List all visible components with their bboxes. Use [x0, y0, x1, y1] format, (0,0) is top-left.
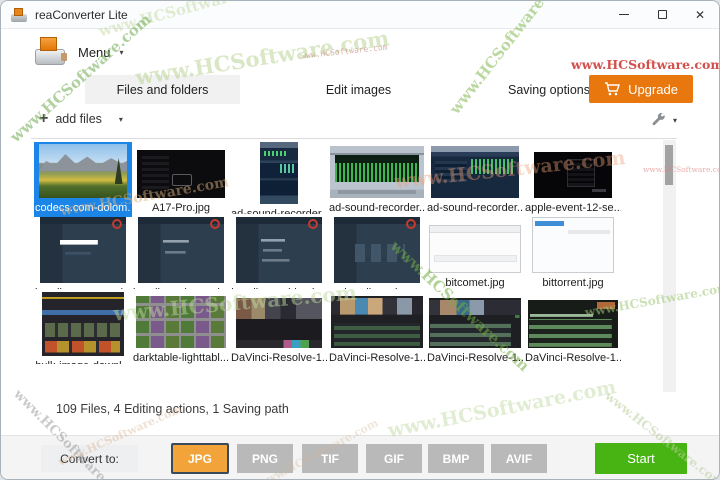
file-thumbnail [236, 298, 322, 348]
file-item[interactable]: bandicam.jpg [328, 217, 426, 292]
convert-to-label: Convert to: [41, 445, 138, 472]
chevron-down-icon[interactable]: ▾ [673, 116, 677, 125]
format-button-tif[interactable]: TIF [302, 444, 358, 473]
file-item[interactable]: DaVinci-Resolve-1... [328, 292, 426, 367]
add-files-label: add files [55, 112, 102, 126]
bottom-bar: Convert to: JPG PNG TIF GIF BMP AVIF Sta… [1, 435, 719, 479]
window-title: reaConverter Lite [35, 7, 128, 22]
file-name: ad-sound-recorder... [231, 208, 327, 214]
upgrade-label: Upgrade [628, 81, 678, 97]
plus-icon: + [39, 110, 49, 127]
file-item[interactable]: bandicam-image.jpg [132, 217, 230, 292]
close-button[interactable]: ✕ [681, 1, 719, 28]
upgrade-button[interactable]: Upgrade [589, 75, 693, 103]
menu-app-icon [35, 37, 69, 67]
add-files-button[interactable]: + add files ▾ [39, 111, 123, 127]
file-name: ad-sound-recorder... [427, 202, 523, 214]
file-name: bittorrent.jpg [542, 277, 604, 289]
watermark: www.HCSoftware.com [386, 376, 618, 442]
file-item[interactable]: DaVinci-Resolve-1... [230, 292, 328, 367]
file-thumbnail [40, 217, 126, 283]
file-thumbnail [429, 298, 521, 348]
titlebar: reaConverter Lite ✕ [1, 1, 719, 29]
close-icon: ✕ [694, 7, 706, 22]
file-item[interactable]: bulk-image-downl... [34, 292, 132, 367]
format-button-gif[interactable]: GIF [366, 444, 422, 473]
file-thumbnail [528, 300, 618, 348]
wrench-icon[interactable] [651, 113, 667, 128]
file-thumbnail [138, 217, 224, 283]
tab-bar: Files and folders Edit images Saving opt… [85, 75, 619, 104]
file-item[interactable]: ad-sound-recorder... [230, 142, 328, 217]
file-item[interactable]: DaVinci-Resolve-1... [524, 292, 622, 367]
file-name: bulk-image-downl... [35, 360, 130, 364]
cart-icon [605, 82, 621, 96]
minimize-button[interactable] [605, 1, 643, 28]
toolbar: + add files ▾ ▾ [1, 107, 719, 137]
file-name: DaVinci-Resolve-1... [231, 352, 327, 364]
file-thumbnail [534, 152, 612, 198]
file-item[interactable]: bittorrent.jpg [524, 217, 622, 292]
file-item[interactable]: A17-Pro.jpg [132, 142, 230, 217]
file-item[interactable]: bandicam-video.jpg [230, 217, 328, 292]
chevron-down-icon[interactable]: ▾ [119, 115, 123, 124]
file-thumbnail [137, 150, 225, 198]
chevron-down-icon: ▾ [119, 47, 124, 57]
tab-edit-images[interactable]: Edit images [291, 75, 426, 104]
file-name: bandicam-general.... [35, 287, 131, 289]
file-name: apple-event-12-se... [525, 202, 621, 214]
file-grid: codecs.com-dolom... A17-Pro.jpg ad-sound… [34, 142, 622, 367]
file-item[interactable]: DaVinci-Resolve-1... [426, 292, 524, 367]
file-item[interactable]: ad-sound-recorder... [426, 142, 524, 217]
menu-button[interactable]: Menu ▾ [35, 33, 124, 71]
tab-files-and-folders[interactable]: Files and folders [85, 75, 240, 104]
watermark: www.HCSoftware.com [300, 42, 388, 61]
divider [31, 138, 677, 139]
file-thumbnail [431, 146, 519, 198]
file-thumbnail [331, 296, 423, 348]
maximize-button[interactable] [643, 1, 681, 28]
start-button[interactable]: Start [595, 443, 687, 474]
file-thumbnail [334, 217, 420, 283]
status-text: 109 Files, 4 Editing actions, 1 Saving p… [56, 402, 289, 416]
file-thumbnail [532, 217, 614, 273]
file-item[interactable]: codecs.com-dolom... [34, 142, 132, 217]
file-item[interactable]: bandicam-general.... [34, 217, 132, 292]
file-name: bandicam-video.jpg [231, 287, 326, 289]
file-thumbnail [429, 225, 521, 273]
file-name: bandicam-image.jpg [133, 287, 229, 289]
file-thumbnail [260, 142, 298, 204]
file-name: DaVinci-Resolve-1... [329, 352, 425, 364]
file-thumbnail [39, 144, 127, 198]
watermark: www.HCSoftware.com [571, 57, 720, 72]
file-item[interactable]: darktable-lighttabl... [132, 292, 230, 367]
file-thumbnail [136, 296, 226, 348]
format-button-png[interactable]: PNG [237, 444, 293, 473]
format-button-bmp[interactable]: BMP [428, 444, 484, 473]
file-name: codecs.com-dolom... [35, 202, 131, 214]
file-name: DaVinci-Resolve-1... [525, 352, 621, 364]
minimize-icon [619, 14, 629, 15]
file-thumbnail [236, 217, 322, 283]
file-thumbnail [330, 146, 424, 198]
scrollbar[interactable] [663, 140, 676, 392]
file-name: A17-Pro.jpg [151, 202, 211, 214]
maximize-icon [657, 10, 667, 19]
file-item[interactable]: bitcomet.jpg [426, 217, 524, 292]
file-item[interactable]: apple-event-12-se... [524, 142, 622, 217]
scrollbar-thumb[interactable] [665, 145, 673, 185]
app-icon [11, 7, 27, 22]
file-name: DaVinci-Resolve-1... [427, 352, 523, 364]
watermark: www.HCSoftware.com [643, 165, 719, 174]
file-item[interactable]: ad-sound-recorder... [328, 142, 426, 217]
file-thumbnail [42, 292, 124, 356]
file-name: bitcomet.jpg [445, 277, 505, 289]
format-button-jpg[interactable]: JPG [171, 443, 229, 474]
menu-label: Menu [78, 44, 111, 60]
file-name: darktable-lighttabl... [133, 352, 229, 364]
file-name: ad-sound-recorder... [329, 202, 425, 214]
app-window: www.HCSoftware.com www.HCSoftware.com ww… [0, 0, 720, 480]
format-button-avif[interactable]: AVIF [491, 444, 547, 473]
file-name: bandicam.jpg [344, 287, 409, 289]
